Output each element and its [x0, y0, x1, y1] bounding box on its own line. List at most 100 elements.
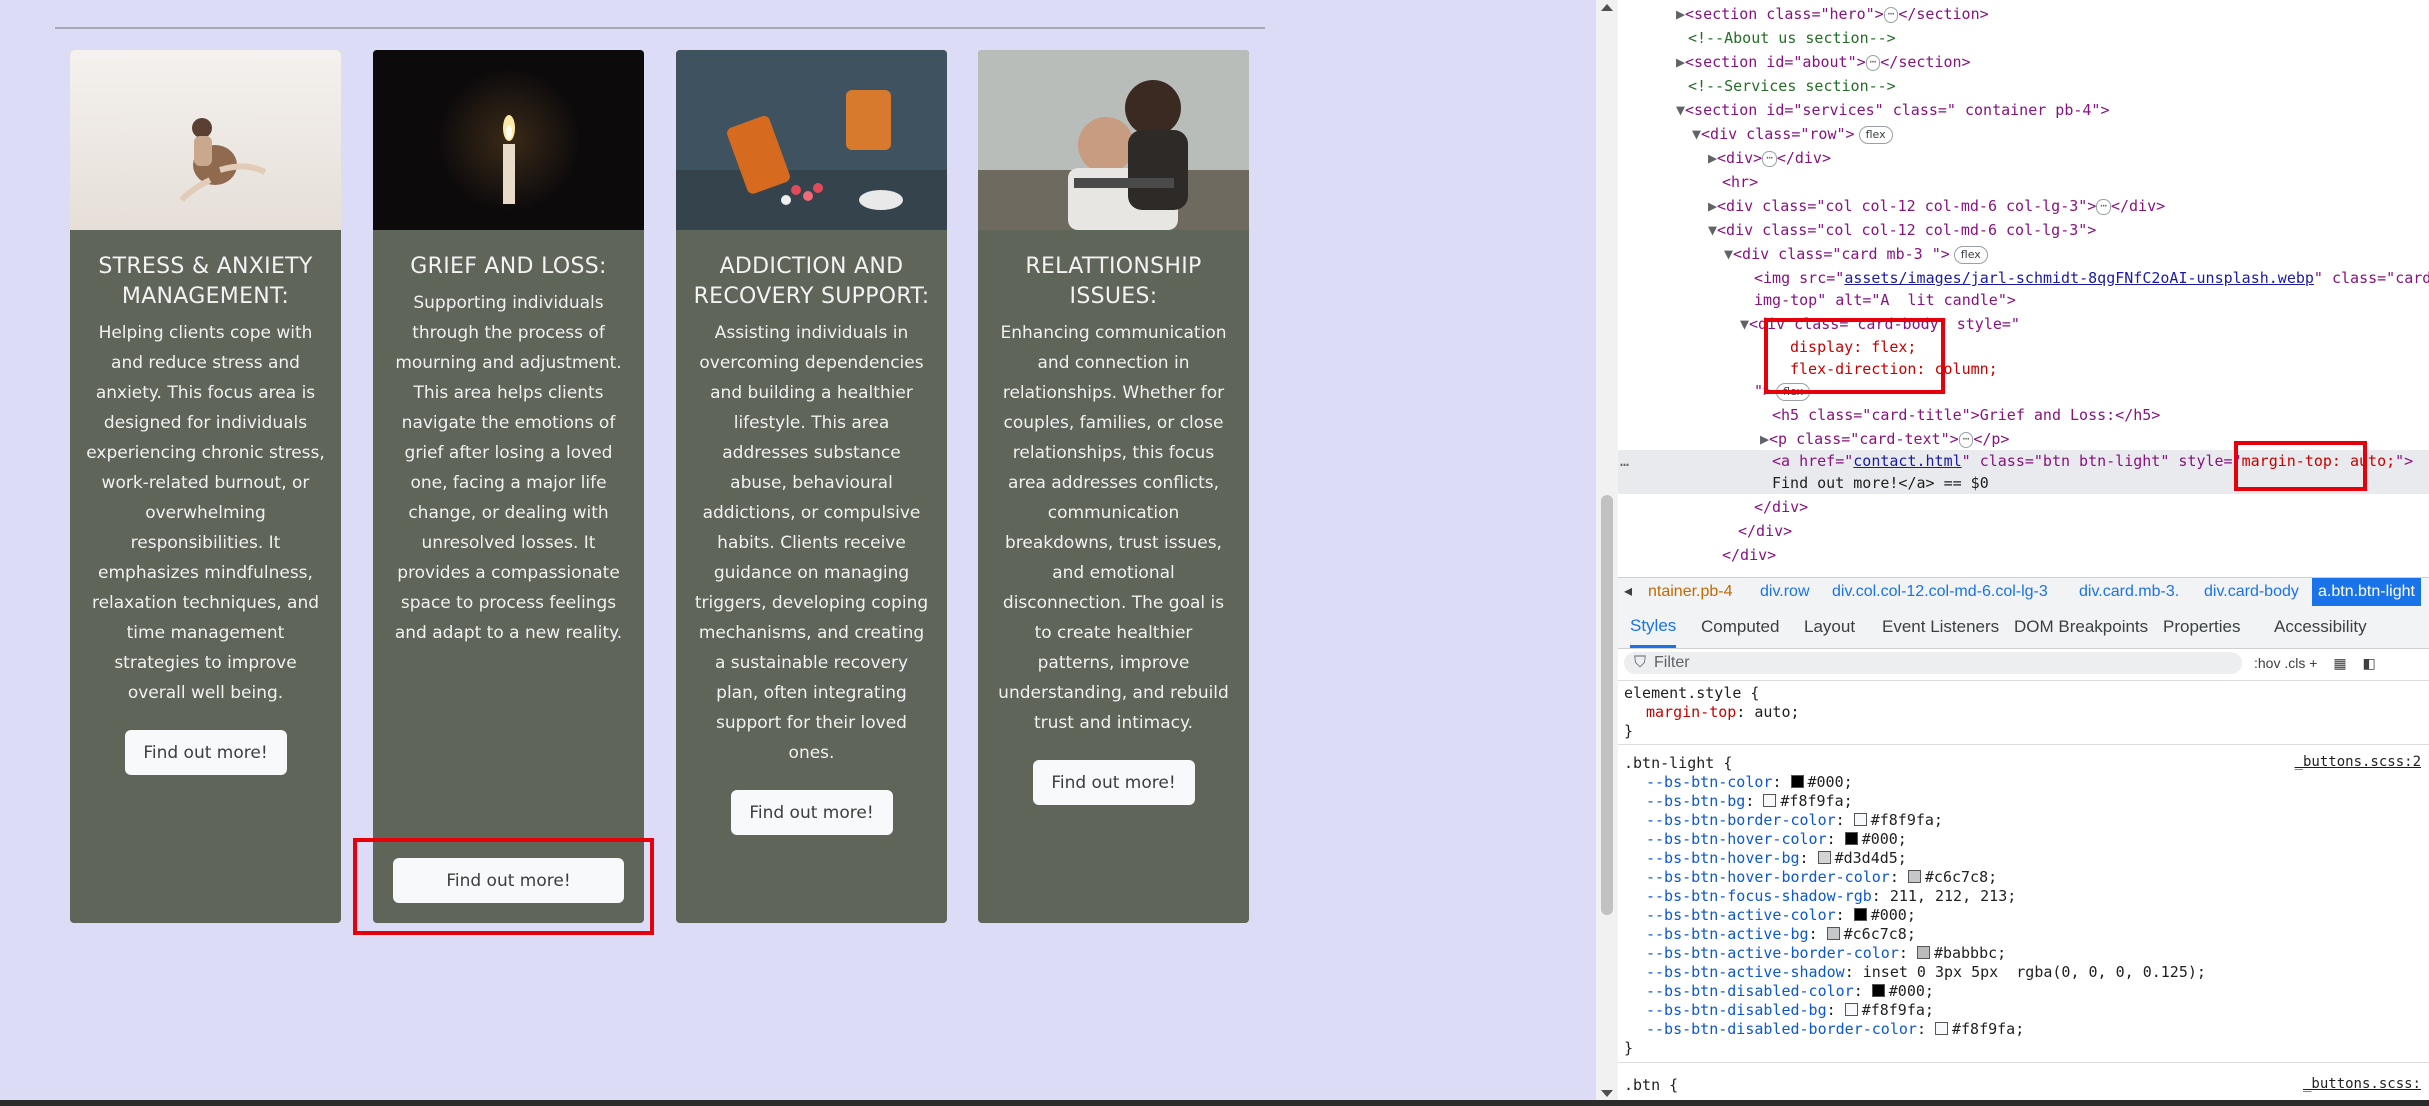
breadcrumb-item[interactable]: div.col.col-12.col-md-6.col-lg-3 — [1832, 578, 2048, 606]
dom-close-card-body[interactable]: </div> — [1754, 496, 1808, 518]
tab-properties[interactable]: Properties — [2163, 606, 2240, 648]
color-swatch-icon[interactable] — [1935, 1022, 1948, 1035]
css-var-name: --bs-btn-hover-border-color — [1646, 868, 1890, 886]
dom-node-col-2[interactable]: ▼<div class="col col-12 col-md-6 col-lg-… — [1708, 219, 2096, 241]
dom-close-card[interactable]: </div> — [1738, 520, 1792, 542]
divider — [1618, 1062, 2429, 1063]
card-body: RELATTIONSHIP ISSUES: Enhancing communic… — [978, 230, 1249, 923]
breadcrumb-item-selected[interactable]: a.btn.btn-light — [2312, 578, 2421, 606]
dom-node-div[interactable]: ▶<div> ⋯ </div> — [1708, 147, 1831, 169]
css-var-declaration[interactable]: --bs-btn-active-shadow: inset 0 3px 5px … — [1646, 963, 2206, 982]
css-var-value: #f8f9fa; — [1861, 1001, 1934, 1019]
source-link[interactable]: _buttons.scss:2 — [2295, 754, 2421, 770]
color-swatch-icon[interactable] — [1844, 832, 1858, 845]
rule-btn-light: .btn-light { — [1624, 754, 1733, 772]
color-swatch-icon[interactable] — [1826, 927, 1840, 940]
dom-node-card[interactable]: ▼<div class="card mb-3 "> flex — [1724, 243, 1988, 265]
find-out-more-button[interactable]: Find out more! — [1032, 760, 1195, 805]
color-swatch-icon[interactable] — [1916, 946, 1930, 959]
tab-dom-breakpoints[interactable]: DOM Breakpoints — [2014, 606, 2148, 648]
breadcrumb-item[interactable]: div.row — [1760, 578, 1810, 606]
breadcrumb-item[interactable]: div.card-body — [2204, 578, 2299, 606]
scroll-up-arrow-icon[interactable] — [1601, 4, 1613, 11]
css-var-declaration[interactable]: --bs-btn-hover-border-color: #c6c7c8; — [1646, 868, 1997, 887]
filter-placeholder: Filter — [1654, 654, 1690, 671]
css-var-name: --bs-btn-bg — [1646, 792, 1746, 810]
css-var-declaration[interactable]: --bs-btn-hover-bg: #d3d4d5; — [1646, 849, 1907, 868]
css-var-value: #babbbc; — [1933, 944, 2007, 962]
css-var-declaration[interactable]: --bs-btn-color: #000; — [1646, 773, 1853, 792]
css-var-value: #c6c7c8; — [1924, 868, 1998, 886]
dom-close-col[interactable]: </div> — [1722, 544, 1776, 566]
dom-node-img-cont[interactable]: img-top" alt="A lit candle"> — [1754, 289, 2016, 311]
css-var-name: --bs-btn-disabled-border-color — [1646, 1020, 1917, 1038]
dom-comment-about[interactable]: <!--About us section--> — [1688, 27, 1896, 49]
devtools-panel: ▶<section class="hero"> ⋯ </section> <!--A… — [1618, 0, 2429, 1100]
css-var-declaration[interactable]: --bs-btn-bg: #f8f9fa; — [1646, 792, 1853, 811]
tab-computed[interactable]: Computed — [1701, 606, 1779, 648]
card-title: GRIEF AND LOSS: — [410, 254, 607, 279]
color-swatch-icon[interactable] — [1853, 908, 1867, 921]
breadcrumb-item[interactable]: ntainer.pb-4 — [1648, 578, 1733, 606]
sidebar-toggle-icon[interactable]: ◧ — [2362, 655, 2375, 671]
dom-node-img[interactable]: <img src="assets/images/jarl-schmidt-8qg… — [1754, 267, 2429, 289]
color-swatch-icon[interactable] — [1871, 984, 1885, 997]
dom-node-hr[interactable]: <hr> — [1722, 171, 1758, 193]
service-card-grief: GRIEF AND LOSS: Supporting individuals t… — [373, 50, 644, 923]
css-var-declaration[interactable]: --bs-btn-active-bg: #c6c7c8; — [1646, 925, 1916, 944]
dom-node-h5[interactable]: <h5 class="card-title">Grief and Loss:</… — [1772, 404, 2160, 426]
breadcrumb-left-arrow-icon[interactable]: ◂ — [1624, 578, 1632, 606]
card-body: GRIEF AND LOSS: Supporting individuals t… — [373, 230, 644, 923]
node-actions-dots[interactable]: … — [1620, 450, 1629, 472]
card-body: STRESS & ANXIETY MANAGEMENT: Helping cli… — [70, 230, 341, 923]
css-var-declaration[interactable]: --bs-btn-disabled-border-color: #f8f9fa; — [1646, 1020, 2024, 1039]
color-swatch-icon[interactable] — [1844, 1003, 1858, 1016]
css-var-value: #c6c7c8; — [1843, 925, 1916, 943]
scrollbar-thumb[interactable] — [1601, 495, 1613, 915]
breadcrumb-item[interactable]: div.card.mb-3. — [2079, 578, 2179, 606]
css-var-declaration[interactable]: --bs-btn-border-color: #f8f9fa; — [1646, 811, 1943, 830]
color-swatch-icon[interactable] — [1763, 794, 1777, 807]
css-var-declaration[interactable]: --bs-btn-active-border-color: #babbbc; — [1646, 944, 2006, 963]
tab-layout[interactable]: Layout — [1804, 606, 1855, 648]
css-var-declaration[interactable]: --bs-btn-disabled-color: #000; — [1646, 982, 1934, 1001]
color-swatch-icon[interactable] — [1790, 775, 1804, 788]
css-var-value: #000; — [1888, 982, 1934, 1000]
source-link[interactable]: _buttons.scss: — [2303, 1076, 2421, 1092]
color-swatch-icon[interactable] — [1817, 851, 1831, 864]
color-swatch-icon[interactable] — [1907, 870, 1921, 883]
css-var-declaration[interactable]: --bs-btn-focus-shadow-rgb: 211, 212, 213… — [1646, 887, 2016, 906]
css-var-value: 211, 212, 213; — [1889, 887, 2017, 905]
tab-accessibility[interactable]: Accessibility — [2274, 606, 2367, 648]
highlight-box-button — [353, 838, 654, 935]
css-var-value: #000; — [1870, 906, 1916, 924]
find-out-more-button[interactable]: Find out more! — [730, 790, 893, 835]
css-var-value: #000; — [1861, 830, 1907, 848]
dom-node-about[interactable]: ▶<section id="about"> ⋯ </section> — [1676, 51, 1971, 73]
styles-tabbar: Styles Computed Layout Event Listeners D… — [1618, 606, 2429, 649]
dom-node-a-text[interactable]: Find out more!</a> == $0 — [1772, 472, 1989, 494]
scroll-down-arrow-icon[interactable] — [1601, 1090, 1613, 1097]
find-out-more-button[interactable]: Find out more! — [124, 730, 287, 775]
css-var-name: --bs-btn-active-border-color — [1646, 944, 1899, 962]
hov-cls-toggles[interactable]: :hov .cls + — [2254, 655, 2317, 671]
decl-margin-top[interactable]: margin-top: auto; — [1646, 703, 1800, 722]
service-card-stress: STRESS & ANXIETY MANAGEMENT: Helping cli… — [70, 50, 341, 923]
css-var-declaration[interactable]: --bs-btn-active-color: #000; — [1646, 906, 1916, 925]
card-title: ADDICTION AND RECOVERY SUPPORT: — [693, 254, 930, 309]
tab-event-listeners[interactable]: Event Listeners — [1882, 606, 1999, 648]
dom-node-row[interactable]: ▼<div class="row"> flex — [1692, 123, 1893, 145]
dom-node-p[interactable]: ▶<p class="card-text"> ⋯ </p> — [1760, 428, 2009, 450]
card-body: ADDICTION AND RECOVERY SUPPORT: Assistin… — [676, 230, 947, 923]
color-swatch-icon[interactable] — [1853, 813, 1867, 826]
paint-icon[interactable]: ▦ — [2333, 655, 2346, 671]
dom-node-col-1[interactable]: ▶<div class="col col-12 col-md-6 col-lg-… — [1708, 195, 2165, 217]
tab-styles[interactable]: Styles — [1630, 606, 1677, 648]
css-var-value: #f8f9fa; — [1870, 811, 1943, 829]
styles-filter-input[interactable]: ⛉ Filter — [1624, 652, 2242, 674]
css-var-declaration[interactable]: --bs-btn-hover-color: #000; — [1646, 830, 1907, 849]
dom-node-services[interactable]: ▼<section id="services" class=" containe… — [1676, 99, 2109, 121]
dom-comment-services[interactable]: <!--Services section--> — [1688, 75, 1896, 97]
dom-node-hero[interactable]: ▶<section class="hero"> ⋯ </section> — [1676, 3, 1989, 25]
css-var-declaration[interactable]: --bs-btn-disabled-bg: #f8f9fa; — [1646, 1001, 1934, 1020]
